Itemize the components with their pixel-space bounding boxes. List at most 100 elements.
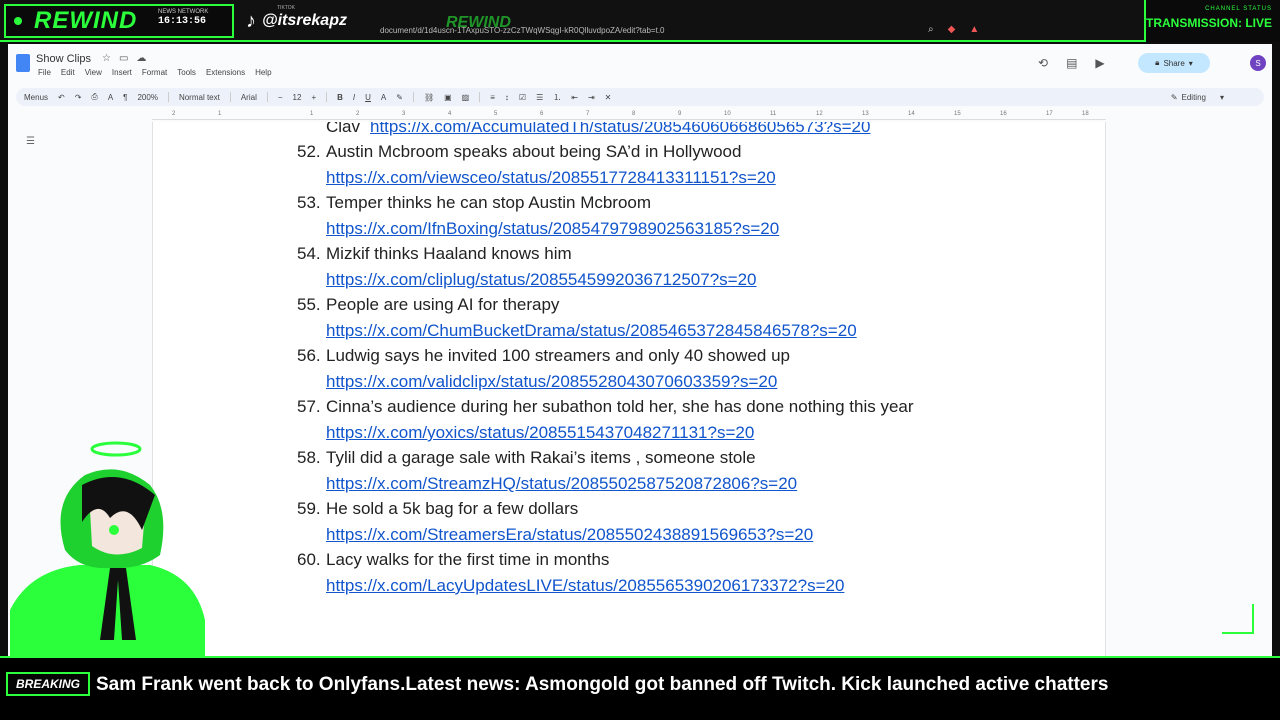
channel-status-box: CHANNEL STATUS TRANSMISSION: LIVE bbox=[1144, 0, 1280, 42]
clip-title: People are using AI for therapy bbox=[326, 295, 560, 314]
stream-overlay-top: REWIND NEWS NETWORK 16:13:56 ♪ @itsrekap… bbox=[0, 0, 1280, 42]
clip-link[interactable]: https://x.com/yoxics/status/208551543704… bbox=[326, 423, 754, 443]
tiktok-handle-box: ♪ @itsrekapz bbox=[240, 4, 380, 38]
menu-format[interactable]: Format bbox=[142, 68, 167, 77]
menu-view[interactable]: View bbox=[85, 68, 102, 77]
ruler-mark: 6 bbox=[540, 111, 544, 117]
chevron-down-icon: ▾ bbox=[1188, 58, 1193, 68]
search-menus-button[interactable]: Menus bbox=[24, 93, 48, 102]
clip-link[interactable]: https://x.com/StreamzHQ/status/208550258… bbox=[326, 474, 797, 494]
ruler-mark: 5 bbox=[494, 111, 498, 117]
document-title[interactable]: Show Clips bbox=[36, 53, 91, 65]
warning-icon[interactable]: ▲ bbox=[969, 24, 979, 35]
clip-title: Ludwig says he invited 100 streamers and… bbox=[326, 346, 791, 365]
meet-icon[interactable]: ▶ bbox=[1095, 56, 1104, 70]
numbered-list-icon[interactable]: ⒈ bbox=[553, 92, 561, 103]
breaking-label: BREAKING bbox=[6, 672, 90, 696]
ruler-mark: 17 bbox=[1046, 111, 1053, 117]
history-icon[interactable]: ⟲ bbox=[1038, 56, 1048, 70]
clip-link[interactable]: https://x.com/viewsceo/status/2085517728… bbox=[326, 168, 776, 188]
redo-icon[interactable]: ↷ bbox=[75, 93, 82, 102]
increase-font-icon[interactable]: + bbox=[311, 93, 316, 102]
menu-help[interactable]: Help bbox=[255, 68, 271, 77]
zoom-select[interactable]: 200% bbox=[137, 93, 157, 102]
menu-extensions[interactable]: Extensions bbox=[206, 68, 245, 77]
document-page[interactable]: Clav https://x.com/AccumulatedTh/status/… bbox=[152, 122, 1106, 662]
highlight-icon[interactable]: ✎ bbox=[396, 93, 403, 102]
clip-number: 60. bbox=[297, 550, 321, 569]
checklist-icon[interactable]: ☑ bbox=[519, 93, 526, 102]
clip-link[interactable]: https://x.com/ChumBucketDrama/status/208… bbox=[326, 321, 857, 341]
print-icon[interactable]: ⎙ bbox=[91, 92, 97, 102]
live-dot-icon bbox=[14, 17, 22, 25]
bold-icon[interactable]: B bbox=[337, 93, 343, 102]
docs-logo-icon[interactable] bbox=[16, 54, 30, 72]
toolbar-divider bbox=[167, 92, 169, 102]
ruler-mark: 3 bbox=[402, 111, 406, 117]
link-icon[interactable]: ⛓ bbox=[424, 93, 434, 102]
clip-link[interactable]: https://x.com/LacyUpdatesLIVE/status/208… bbox=[326, 576, 844, 596]
browser-url[interactable]: document/d/1d4uscn-1TAxpuSTO-zzCzTWqWSqg… bbox=[380, 26, 665, 35]
clip-title: Lacy walks for the first time in months bbox=[326, 550, 610, 569]
toolbar-divider bbox=[479, 92, 481, 102]
font-size-input[interactable]: 12 bbox=[293, 93, 302, 102]
bulleted-list-icon[interactable]: ☰ bbox=[536, 93, 543, 102]
menu-edit[interactable]: Edit bbox=[61, 68, 75, 77]
paint-format-icon[interactable]: ¶ bbox=[123, 93, 127, 102]
title-icons: ☆ ▭ ☁ bbox=[102, 53, 146, 64]
partial-clip-link[interactable]: https://x.com/AccumulatedTh/status/20854… bbox=[370, 122, 870, 137]
comment-icon[interactable]: ▣ bbox=[444, 93, 452, 102]
extension-icon[interactable]: ◆ bbox=[948, 24, 956, 35]
spellcheck-icon[interactable]: A bbox=[108, 93, 113, 102]
star-icon[interactable]: ☆ bbox=[102, 53, 111, 64]
image-icon[interactable]: ▨ bbox=[462, 93, 470, 102]
menu-tools[interactable]: Tools bbox=[177, 68, 196, 77]
style-select[interactable]: Normal text bbox=[179, 93, 220, 102]
ruler-mark: 16 bbox=[1000, 111, 1007, 117]
move-folder-icon[interactable]: ▭ bbox=[119, 53, 128, 64]
clip-link[interactable]: https://x.com/validclipx/status/20855280… bbox=[326, 372, 777, 392]
tiktok-icon: ♪ bbox=[246, 9, 256, 32]
decrease-font-icon[interactable]: − bbox=[278, 93, 283, 102]
zoom-icon[interactable]: ⌕ bbox=[928, 24, 934, 35]
clip-link[interactable]: https://x.com/IfnBoxing/status/208547979… bbox=[326, 219, 779, 239]
share-label: Share bbox=[1163, 58, 1185, 68]
ruler[interactable]: 2 1 1 2 3 4 5 6 7 8 9 10 11 12 13 14 15 … bbox=[152, 110, 1106, 120]
font-select[interactable]: Arial bbox=[241, 93, 257, 102]
comments-icon[interactable]: ▤ bbox=[1066, 56, 1077, 70]
ruler-mark: 4 bbox=[448, 111, 452, 117]
pencil-icon: ✎ bbox=[1170, 92, 1178, 102]
undo-icon[interactable]: ↶ bbox=[58, 93, 65, 102]
ruler-mark: 1 bbox=[218, 111, 222, 117]
clip-link[interactable]: https://x.com/StreamersEra/status/208550… bbox=[326, 525, 813, 545]
user-avatar[interactable]: S bbox=[1250, 55, 1266, 71]
clip-title: He sold a 5k bag for a few dollars bbox=[326, 499, 579, 518]
decrease-indent-icon[interactable]: ⇤ bbox=[571, 93, 578, 102]
halo-icon bbox=[90, 441, 142, 457]
underline-icon[interactable]: U bbox=[365, 93, 371, 102]
news-ticker: BREAKING Sam Frank went back to Onlyfans… bbox=[0, 656, 1280, 720]
editing-mode-select[interactable]: ✎ Editing ▾ bbox=[1171, 88, 1224, 106]
editing-mode-label: Editing bbox=[1181, 92, 1206, 102]
text-color-icon[interactable]: A bbox=[381, 93, 386, 102]
toolbar-divider bbox=[412, 92, 414, 102]
increase-indent-icon[interactable]: ⇥ bbox=[588, 93, 595, 102]
menu-insert[interactable]: Insert bbox=[112, 68, 132, 77]
line-spacing-icon[interactable]: ↕ bbox=[505, 93, 509, 102]
share-button[interactable]: 🔒︎ Share ▾ bbox=[1138, 53, 1210, 73]
clip-title: Temper thinks he can stop Austin Mcbroom bbox=[326, 193, 652, 212]
lock-icon: 🔒︎ bbox=[1155, 58, 1160, 67]
tiktok-label: TIKTOK bbox=[277, 5, 295, 11]
document-outline-icon[interactable]: ☰ bbox=[26, 136, 35, 147]
toolbar-divider bbox=[229, 92, 231, 102]
clip-link[interactable]: https://x.com/cliplug/status/20855459920… bbox=[326, 270, 757, 290]
menu-file[interactable]: File bbox=[38, 68, 51, 77]
clear-formatting-icon[interactable]: ✕ bbox=[605, 93, 612, 102]
align-icon[interactable]: ≡ bbox=[490, 93, 495, 102]
clip-number: 55. bbox=[297, 295, 321, 314]
avatar-eye bbox=[109, 525, 119, 535]
cloud-status-icon[interactable]: ☁ bbox=[136, 53, 146, 64]
ruler-mark: 15 bbox=[954, 111, 961, 117]
italic-icon[interactable]: I bbox=[353, 93, 355, 102]
vtuber-avatar-image bbox=[10, 441, 205, 658]
